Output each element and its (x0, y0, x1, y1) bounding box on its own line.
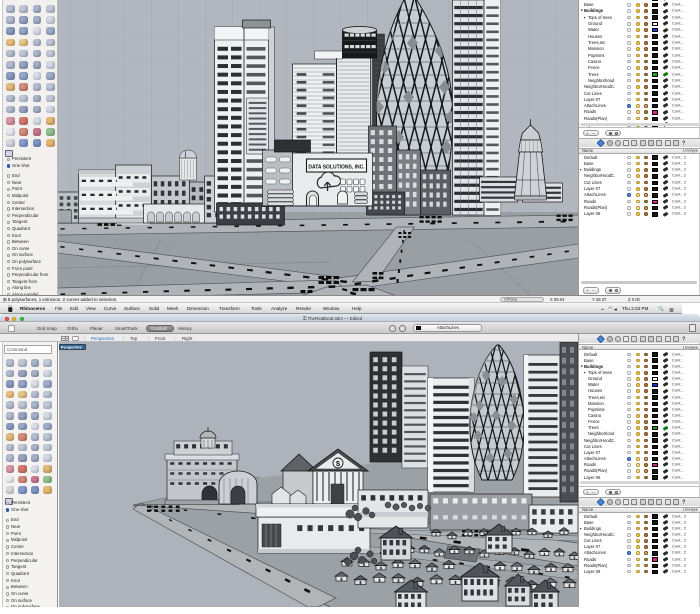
svg-text:DATA SOLUTIONS, INC.: DATA SOLUTIONS, INC. (308, 164, 365, 170)
